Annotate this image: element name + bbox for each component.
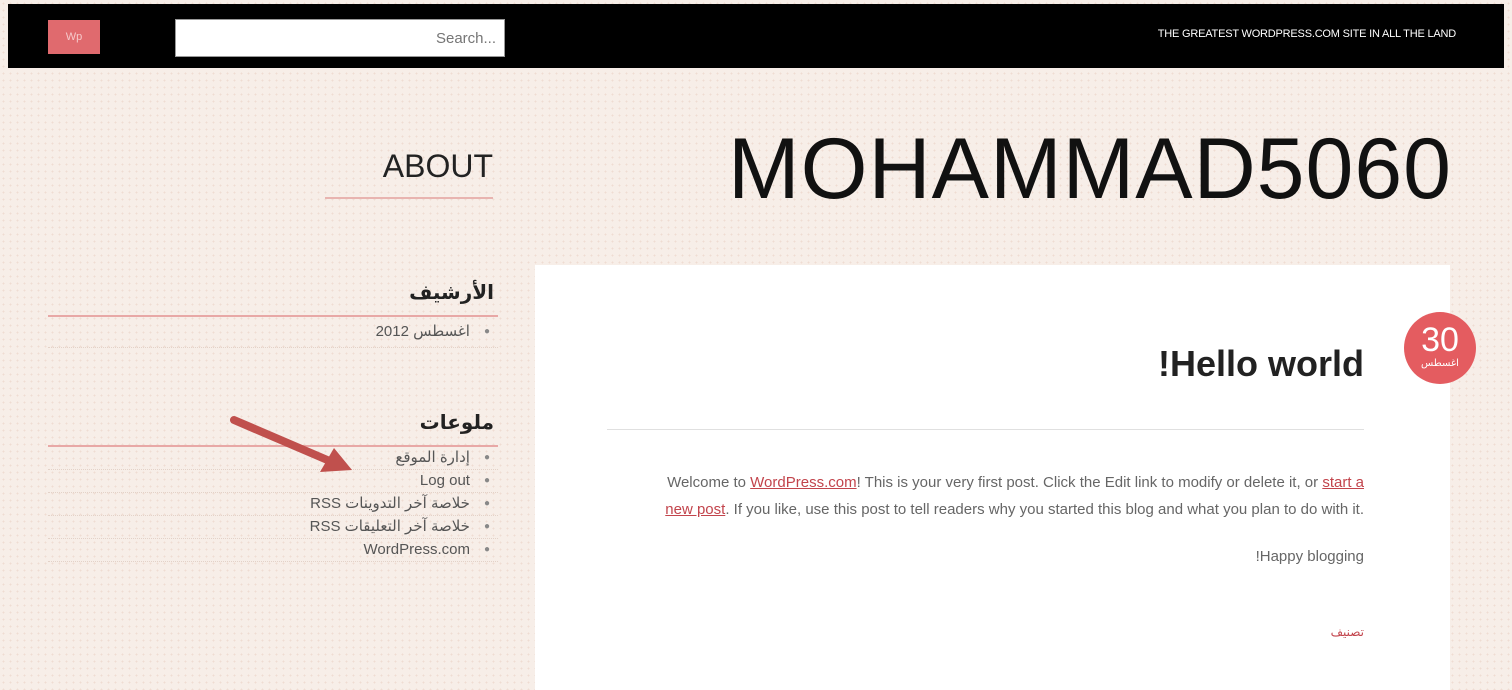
meta-item-label[interactable]: إدارة الموقع [395,447,470,469]
meta-item-label[interactable]: Log out [420,470,470,492]
wordpress-link[interactable]: WordPress.com [750,474,856,491]
post-category-link[interactable]: تصنيف [1331,625,1364,639]
site-title[interactable]: MOHAMMAD5060 [728,120,1452,219]
about-link[interactable]: ABOUT [325,148,493,199]
post-paragraph-2: !Happy blogging [1255,548,1364,565]
bullet-icon: ● [483,544,490,555]
post-card: !Hello world Welcome to WordPress.com! T… [535,265,1450,690]
archive-widget-title: الأرشيف [48,280,498,317]
wordpress-logo-button[interactable]: Wp [48,20,100,54]
post-paragraph: Welcome to WordPress.com! This is your v… [665,474,1364,518]
top-bar: Wp THE GREATEST WORDPRESS.COM SITE IN AL… [8,4,1504,68]
meta-item-label[interactable]: خلاصة آخر التدوينات RSS [310,493,470,515]
archive-item[interactable]: ● اغسطس 2012 [48,317,498,348]
post-body: Welcome to WordPress.com! This is your v… [644,469,1364,590]
meta-item-wordpress[interactable]: ● WordPress.com [48,539,498,562]
archive-widget: الأرشيف ● اغسطس 2012 [48,280,498,348]
date-month: اغسطس [1421,358,1459,369]
archive-list: ● اغسطس 2012 [48,317,498,348]
post-date-badge: 30 اغسطس [1404,312,1476,384]
search-input[interactable] [175,19,505,57]
bullet-icon: ● [483,475,490,486]
site-tagline: THE GREATEST WORDPRESS.COM SITE IN ALL T… [1157,28,1456,40]
bullet-icon: ● [483,452,490,463]
meta-item-label[interactable]: خلاصة آخر التعليقات RSS [310,516,470,538]
red-arrow-icon [230,416,352,472]
bullet-icon: ● [483,498,490,509]
title-divider [607,429,1364,430]
bullet-icon: ● [483,326,490,337]
bullet-icon: ● [483,521,490,532]
post-title[interactable]: !Hello world [1158,343,1364,385]
meta-item-posts-rss[interactable]: ● خلاصة آخر التدوينات RSS [48,493,498,516]
archive-item-label[interactable]: اغسطس 2012 [376,317,470,347]
meta-item-comments-rss[interactable]: ● خلاصة آخر التعليقات RSS [48,516,498,539]
date-day: 30 [1421,321,1459,359]
meta-item-label[interactable]: WordPress.com [364,539,470,561]
